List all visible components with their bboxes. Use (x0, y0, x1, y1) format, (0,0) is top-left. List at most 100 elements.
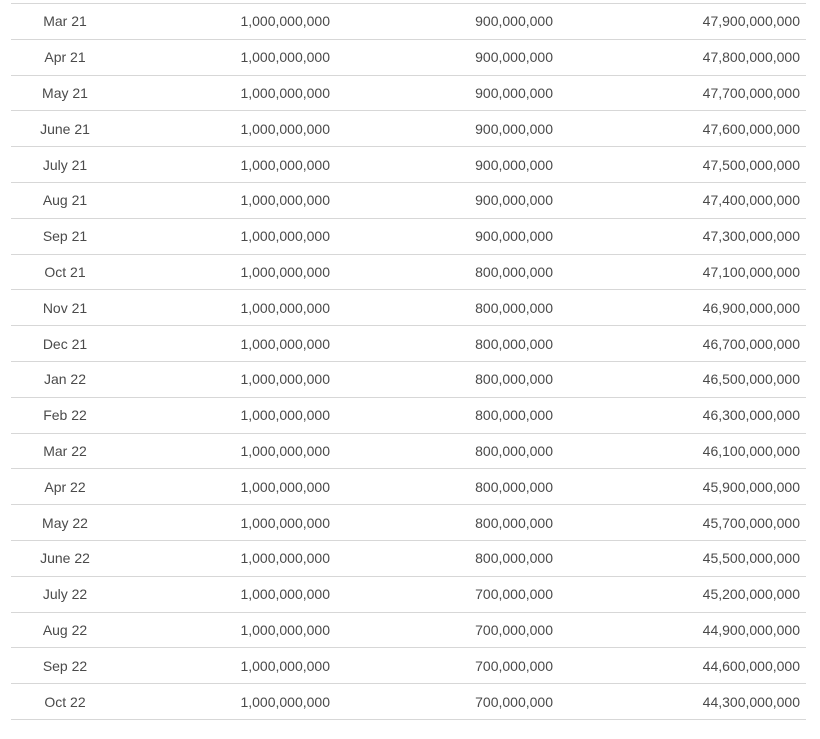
amount-cell-1: 1,000,000,000 (240, 550, 330, 567)
balance-cell: 45,700,000,000 (702, 514, 800, 531)
table-row: June 21 1,000,000,000 900,000,000 47,600,00… (11, 111, 806, 148)
table-row: Sep 21 1,000,000,000 900,000,000 47,300,000… (11, 219, 806, 255)
table-row: July 21 1,000,000,000 900,000,000 47,500,00… (11, 147, 806, 183)
table-row: May 21 1,000,000,000 900,000,000 47,700,000… (11, 76, 806, 112)
amount-cell-2: 800,000,000 (475, 478, 553, 495)
month-cell: May 21 (42, 84, 88, 101)
month-cell: Mar 22 (43, 442, 87, 459)
table-row: Dec 21 1,000,000,000 800,000,000 46,700,000… (11, 326, 806, 362)
amount-cell-1: 1,000,000,000 (240, 621, 330, 638)
balance-cell: 47,900,000,000 (702, 13, 800, 30)
amount-cell-2: 700,000,000 (475, 693, 553, 710)
balance-cell: 47,100,000,000 (702, 263, 800, 280)
amount-cell-2: 900,000,000 (475, 228, 553, 245)
amount-cell-2: 700,000,000 (475, 586, 553, 603)
amount-cell-1: 1,000,000,000 (240, 299, 330, 316)
amount-cell-2: 900,000,000 (475, 13, 553, 30)
balance-cell: 44,900,000,000 (702, 621, 800, 638)
amount-cell-2: 700,000,000 (475, 621, 553, 638)
amount-cell-2: 800,000,000 (475, 442, 553, 459)
amount-cell-1: 1,000,000,000 (240, 514, 330, 531)
table-row: July 22 1,000,000,000 700,000,000 45,200,00… (11, 577, 806, 613)
table-row: June 22 1,000,000,000 800,000,000 45,500,00… (11, 541, 806, 577)
table-row: Oct 22 1,000,000,000 700,000,000 44,300,000… (11, 684, 806, 720)
balance-cell: 47,500,000,000 (702, 156, 800, 173)
amount-cell-1: 1,000,000,000 (240, 228, 330, 245)
amount-cell-2: 900,000,000 (475, 192, 553, 209)
balance-cell: 47,800,000,000 (702, 49, 800, 66)
amount-cell-2: 900,000,000 (475, 84, 553, 101)
balance-cell: 45,200,000,000 (702, 586, 800, 603)
balance-cell: 47,600,000,000 (702, 120, 800, 137)
amount-cell-2: 900,000,000 (475, 49, 553, 66)
amount-cell-2: 800,000,000 (475, 550, 553, 567)
month-cell: Oct 22 (44, 693, 86, 710)
balance-cell: 45,500,000,000 (702, 550, 800, 567)
amount-cell-1: 1,000,000,000 (240, 657, 330, 674)
balance-cell: 46,100,000,000 (702, 442, 800, 459)
amount-cell-1: 1,000,000,000 (240, 586, 330, 603)
amount-cell-2: 800,000,000 (475, 335, 553, 352)
balance-cell: 45,900,000,000 (702, 478, 800, 495)
balance-cell: 47,700,000,000 (702, 84, 800, 101)
balance-cell: 47,300,000,000 (702, 228, 800, 245)
amount-cell-1: 1,000,000,000 (240, 49, 330, 66)
month-cell: Dec 21 (42, 335, 88, 352)
amount-cell-1: 1,000,000,000 (240, 407, 330, 424)
balance-cell: 46,900,000,000 (702, 299, 800, 316)
month-cell: Apr 21 (44, 49, 86, 66)
month-cell: Apr 22 (44, 478, 86, 495)
balance-cell: 46,700,000,000 (702, 335, 800, 352)
month-cell: May 22 (42, 514, 88, 531)
amount-cell-2: 900,000,000 (475, 120, 553, 137)
table-row: Sep 22 1,000,000,000 700,000,000 44,600,000… (11, 648, 806, 685)
month-cell: July 22 (42, 586, 88, 603)
amount-cell-1: 1,000,000,000 (240, 156, 330, 173)
table-row: Oct 21 1,000,000,000 800,000,000 47,100,000… (11, 255, 806, 291)
amount-cell-1: 1,000,000,000 (240, 120, 330, 137)
amount-cell-1: 1,000,000,000 (240, 263, 330, 280)
month-cell: Nov 21 (42, 299, 88, 316)
balance-cell: 46,500,000,000 (702, 371, 800, 388)
balance-cell: 46,300,000,000 (702, 407, 800, 424)
amount-cell-1: 1,000,000,000 (240, 442, 330, 459)
balance-cell: 47,400,000,000 (702, 192, 800, 209)
month-cell: Sep 21 (42, 228, 88, 245)
amount-cell-1: 1,000,000,000 (240, 335, 330, 352)
month-cell: Aug 22 (42, 621, 88, 638)
amount-cell-2: 800,000,000 (475, 371, 553, 388)
month-cell: June 22 (40, 550, 90, 567)
table-row: Mar 21 1,000,000,000 900,000,000 47,900,000… (11, 4, 806, 40)
schedule-table: Mar 21 1,000,000,000 900,000,000 47,900,000… (11, 3, 806, 720)
amount-cell-1: 1,000,000,000 (240, 478, 330, 495)
month-cell: Oct 21 (44, 263, 86, 280)
month-cell: Mar 21 (43, 13, 87, 30)
balance-cell: 44,600,000,000 (702, 657, 800, 674)
amount-cell-2: 900,000,000 (475, 156, 553, 173)
amount-cell-2: 800,000,000 (475, 263, 553, 280)
table-row: May 22 1,000,000,000 800,000,000 45,700,000… (11, 505, 806, 541)
table-row: Nov 21 1,000,000,000 800,000,000 46,900,000… (11, 290, 806, 327)
month-cell: Aug 21 (42, 192, 88, 209)
month-cell: July 21 (42, 156, 88, 173)
table-row: Apr 21 1,000,000,000 900,000,000 47,800,000… (11, 40, 806, 76)
amount-cell-2: 800,000,000 (475, 407, 553, 424)
balance-cell: 44,300,000,000 (702, 693, 800, 710)
amount-cell-2: 800,000,000 (475, 299, 553, 316)
month-cell: Feb 22 (43, 407, 87, 424)
amount-cell-1: 1,000,000,000 (240, 693, 330, 710)
amount-cell-1: 1,000,000,000 (240, 371, 330, 388)
table-row: Feb 22 1,000,000,000 800,000,000 46,300,000… (11, 398, 806, 434)
month-cell: Sep 22 (42, 657, 88, 674)
month-cell: June 21 (40, 120, 90, 137)
table-row: Jan 22 1,000,000,000 800,000,000 46,500,000… (11, 362, 806, 398)
amount-cell-1: 1,000,000,000 (240, 13, 330, 30)
table-row: Aug 21 1,000,000,000 900,000,000 47,400,000… (11, 183, 806, 219)
table-row: Apr 22 1,000,000,000 800,000,000 45,900,000… (11, 469, 806, 506)
month-cell: Jan 22 (43, 371, 87, 388)
amount-cell-2: 700,000,000 (475, 657, 553, 674)
table-row: Mar 22 1,000,000,000 800,000,000 46,100,000… (11, 434, 806, 470)
amount-cell-2: 800,000,000 (475, 514, 553, 531)
amount-cell-1: 1,000,000,000 (240, 84, 330, 101)
amount-cell-1: 1,000,000,000 (240, 192, 330, 209)
